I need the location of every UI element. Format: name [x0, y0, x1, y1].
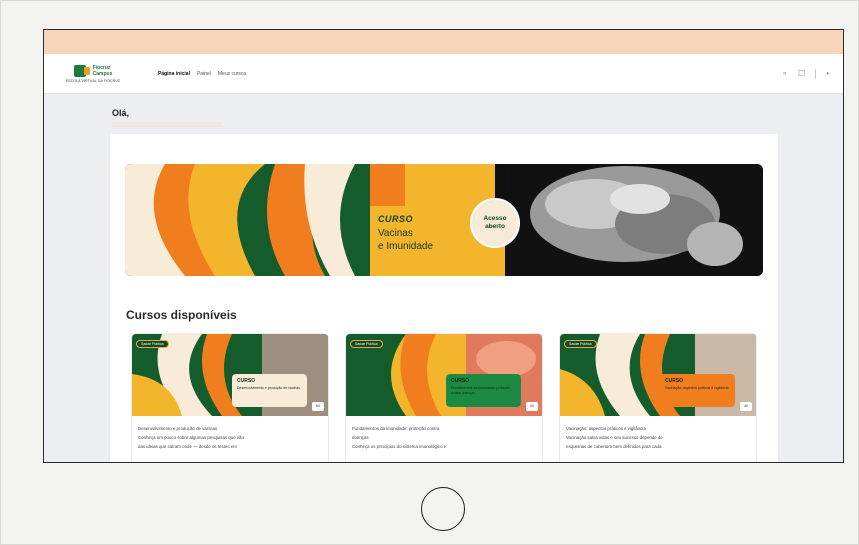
greeting: Olá, — [112, 108, 130, 118]
course-card[interactable]: Saúde Pública CURSO Desenvolvimento e pr… — [132, 334, 328, 462]
course-card[interactable]: Saúde Pública CURSO Fundamentos da imuni… — [346, 334, 542, 462]
card-name: Vacinação: aspectos práticos e vigilânci… — [665, 386, 729, 390]
brand-name-line2: Campus — [92, 70, 113, 77]
card-description-line: Conheça um pouco sobre algumas pesquisas… — [138, 435, 244, 440]
card-hours-badge: 40 — [740, 402, 752, 411]
banner-title-line1: Vacinas — [378, 228, 413, 239]
main-content: CURSO Vacinas e Imunidade Acesso aberto … — [110, 134, 778, 462]
banner-title-line2: e Imunidade — [378, 241, 434, 252]
nav-link-home[interactable]: Página inicial — [158, 71, 190, 77]
card-body: Fundamentos da imunidade: proteção contr… — [352, 424, 536, 451]
card-hours-badge: 60 — [312, 402, 324, 411]
card-description-line: Conheça os princípios do sistema imunoló… — [352, 444, 447, 449]
top-navbar: Fiocruz Campus ESCOLA VIRTUAL DA FIOCRUZ… — [44, 54, 843, 94]
bell-icon[interactable]: ⚬ — [781, 69, 788, 78]
brand-name-line1: Fiocruz — [92, 64, 111, 71]
tablet-home-button[interactable] — [421, 487, 465, 531]
card-name: Fundamentos da imunidade: proteção contr… — [451, 386, 510, 395]
card-kicker: CURSO — [451, 378, 470, 384]
greeting-username — [112, 122, 222, 127]
chat-icon[interactable]: ☐ — [798, 69, 805, 78]
card-description-line: Vacinação salva vidas e seu sucesso depe… — [566, 435, 663, 440]
banner-artwork — [125, 164, 763, 276]
fiocruz-logo-icon — [73, 64, 90, 77]
card-title-box: CURSO Desenvolvimento e produção de vaci… — [232, 374, 307, 407]
card-body: Vacinação: aspectos práticos e vigilânci… — [566, 424, 750, 451]
nav-actions: ⚬ ☐ • — [781, 68, 829, 79]
section-title: Cursos disponíveis — [126, 308, 237, 322]
brand-logo[interactable]: Fiocruz Campus ESCOLA VIRTUAL DA FIOCRUZ — [48, 64, 138, 83]
banner-kicker: CURSO — [378, 214, 414, 224]
card-tag: Saúde Pública — [350, 340, 383, 348]
nav-divider — [815, 68, 817, 79]
nav-links: Página inicial Painel Meus cursos — [158, 71, 246, 77]
card-hours-badge: 40 — [526, 402, 538, 411]
tablet-frame: Fiocruz Campus ESCOLA VIRTUAL DA FIOCRUZ… — [0, 0, 859, 545]
course-cards: Saúde Pública CURSO Desenvolvimento e pr… — [132, 334, 756, 462]
card-tag: Saúde Pública — [136, 340, 169, 348]
card-tag: Saúde Pública — [564, 340, 597, 348]
course-card[interactable]: Saúde Pública CURSO Vacinação: aspectos … — [560, 334, 756, 462]
card-body: Desenvolvimento e produção de vacinas Co… — [138, 424, 322, 451]
screen: Fiocruz Campus ESCOLA VIRTUAL DA FIOCRUZ… — [43, 29, 844, 463]
card-description-line: esquemas de cobertura bem definidos para… — [566, 444, 662, 449]
card-kicker: CURSO — [237, 378, 256, 384]
nav-link-dashboard[interactable]: Painel — [197, 71, 211, 77]
card-title[interactable]: Fundamentos da imunidade: proteção contr… — [352, 424, 536, 433]
card-title[interactable]: Vacinação: aspectos práticos e vigilânci… — [566, 424, 750, 433]
featured-course-banner[interactable]: CURSO Vacinas e Imunidade Acesso aberto — [125, 164, 763, 276]
promo-strip — [44, 30, 843, 54]
open-access-badge: Acesso aberto — [470, 198, 520, 248]
card-name: Desenvolvimento e produção de vacinas — [237, 386, 301, 390]
nav-link-my-courses[interactable]: Meus cursos — [218, 71, 246, 77]
card-kicker: CURSO — [665, 378, 684, 384]
card-description-line: das ideias que saíram onde — desde os te… — [138, 444, 237, 449]
brand-tagline: ESCOLA VIRTUAL DA FIOCRUZ — [65, 78, 121, 83]
user-icon[interactable]: • — [826, 69, 829, 78]
card-title[interactable]: Desenvolvimento e produção de vacinas — [138, 424, 322, 433]
card-title-box: CURSO Vacinação: aspectos práticos e vig… — [660, 374, 735, 407]
card-description-line: doenças — [352, 435, 369, 440]
card-title-box: CURSO Fundamentos da imunidade: proteção… — [446, 374, 521, 407]
